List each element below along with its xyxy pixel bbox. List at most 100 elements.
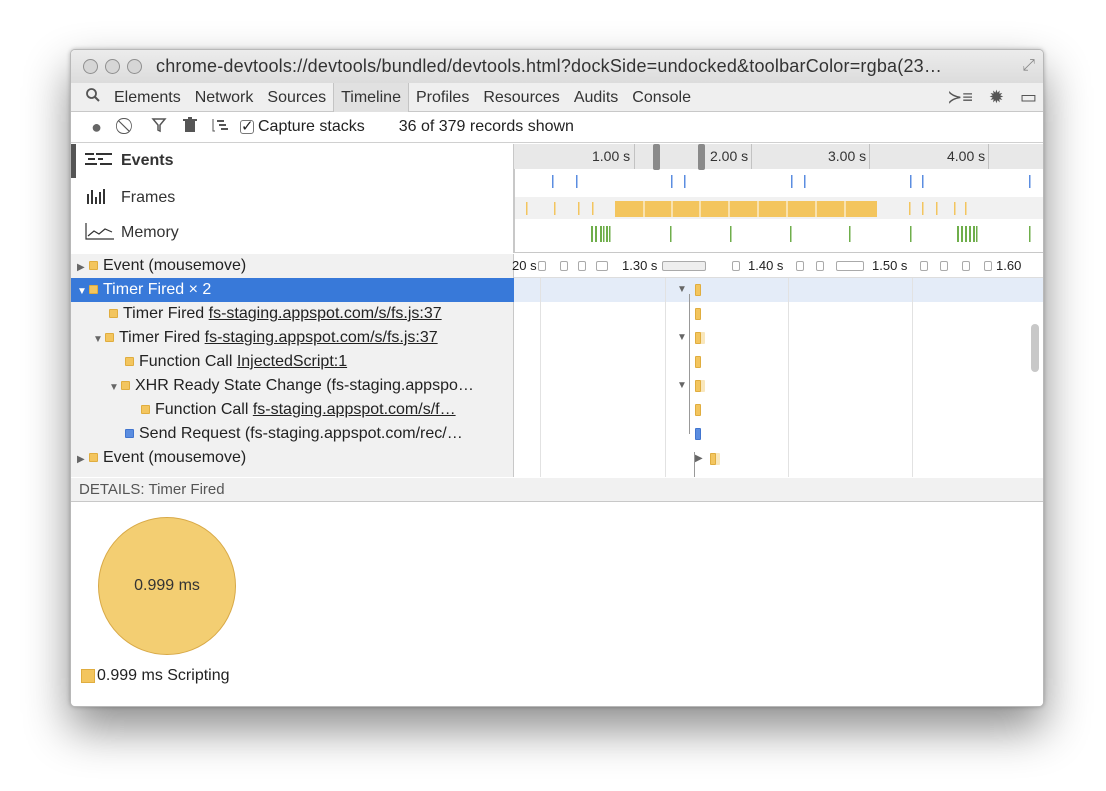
capture-stacks-checkbox[interactable] bbox=[240, 117, 254, 135]
filter-icon[interactable] bbox=[143, 117, 174, 138]
collapse-arrow-icon[interactable]: ▼ bbox=[93, 328, 105, 350]
tab-elements[interactable]: Elements bbox=[107, 83, 188, 112]
panel-tab-bar: Elements Network Sources Timeline Profil… bbox=[71, 82, 1043, 112]
console-drawer-icon[interactable]: ≻≡ bbox=[947, 87, 973, 108]
source-link[interactable]: InjectedScript:1 bbox=[237, 353, 347, 370]
scripting-category-icon bbox=[141, 405, 150, 414]
record-row[interactable]: Send Request (fs-staging.appspot.com/rec… bbox=[71, 422, 514, 446]
overview-window-right-handle[interactable] bbox=[698, 144, 705, 170]
record-name: Send Request bbox=[139, 425, 241, 442]
ruler-tick-label: 1.60 bbox=[996, 258, 1022, 273]
expand-arrow-icon[interactable]: ▶ bbox=[77, 256, 89, 278]
tab-profiles[interactable]: Profiles bbox=[409, 83, 476, 112]
xhr-ready-state-bar[interactable] bbox=[695, 380, 701, 392]
selected-row-highlight bbox=[514, 278, 1043, 302]
timer-fired-bar[interactable] bbox=[695, 332, 701, 344]
events-icon bbox=[85, 152, 115, 171]
overview-chart[interactable]: 1.00 s 2.00 s 3.00 s 4.00 s bbox=[514, 144, 1043, 253]
close-window-button[interactable] bbox=[83, 59, 98, 74]
collapse-arrow-icon[interactable]: ▼ bbox=[77, 280, 89, 302]
overview-events-strip bbox=[514, 169, 1043, 253]
zoom-window-button[interactable] bbox=[127, 59, 142, 74]
records-scrollbar[interactable] bbox=[1031, 324, 1039, 372]
tab-console[interactable]: Console bbox=[625, 83, 698, 112]
source-link[interactable]: fs-staging.appspot.com/s/fs.js:37 bbox=[205, 329, 438, 346]
record-button-icon[interactable]: ● bbox=[81, 117, 112, 138]
tab-timeline[interactable]: Timeline bbox=[333, 82, 409, 112]
capture-stacks-toggle[interactable]: Capture stacks bbox=[240, 117, 365, 136]
collapse-arrow-icon[interactable]: ▼ bbox=[677, 284, 687, 295]
ruler-tick-label: 1.40 s bbox=[748, 258, 784, 273]
source-link[interactable]: fs-staging.appspot.com/s/fs.js:37 bbox=[209, 305, 442, 322]
overview-mode-events[interactable]: Events bbox=[71, 144, 513, 178]
overview-tick-label: 1.00 s bbox=[592, 148, 631, 164]
overview-window-left-handle[interactable] bbox=[653, 144, 660, 170]
expand-arrow-icon[interactable]: ▶ bbox=[77, 448, 89, 470]
details-pane: 0.999 ms 0.999 ms Scripting bbox=[71, 503, 1043, 706]
collapse-arrow-icon[interactable]: ▼ bbox=[677, 332, 687, 343]
record-detail: (fs-staging.appspo… bbox=[321, 377, 474, 394]
tab-network[interactable]: Network bbox=[188, 83, 261, 112]
pie-legend: 0.999 ms Scripting bbox=[81, 667, 230, 685]
record-name: Timer Fired bbox=[103, 281, 185, 298]
record-row-selected[interactable]: ▼ Timer Fired × 2 bbox=[71, 278, 514, 302]
record-name: Function Call bbox=[155, 401, 249, 418]
scripting-category-icon bbox=[89, 285, 98, 294]
record-row[interactable]: Function Call InjectedScript:1 bbox=[71, 350, 514, 374]
send-request-bar[interactable] bbox=[695, 428, 701, 440]
expand-arrow-icon[interactable]: ▶ bbox=[695, 453, 703, 464]
record-row[interactable]: ▼ XHR Ready State Change (fs-staging.apps… bbox=[71, 374, 514, 398]
overview-mode-label: Memory bbox=[121, 224, 179, 241]
scripting-category-icon bbox=[121, 381, 130, 390]
ruler-tick-label: 1.50 s bbox=[872, 258, 908, 273]
records-tree: ▶ Event (mousemove) ▼ Timer Fired × 2 Time… bbox=[71, 254, 514, 477]
overview-mode-label: Events bbox=[121, 152, 174, 169]
minimize-window-button[interactable] bbox=[105, 59, 120, 74]
overview-mode-memory[interactable]: Memory bbox=[71, 216, 513, 250]
clear-icon[interactable]: ⃠ bbox=[112, 118, 143, 136]
record-row[interactable]: Function Call fs-staging.appspot.com/s/f… bbox=[71, 398, 514, 422]
function-call-bar[interactable] bbox=[695, 356, 701, 368]
fullscreen-icon[interactable]: ⤢ bbox=[1022, 57, 1035, 75]
record-row[interactable]: Timer Fired fs-staging.appspot.com/s/fs.… bbox=[71, 302, 514, 326]
record-name: Function Call bbox=[139, 353, 233, 370]
search-icon[interactable] bbox=[79, 87, 107, 107]
timer-fired-bar[interactable] bbox=[695, 308, 701, 320]
records-timeline-chart[interactable]: 20 s 1.30 s 1.40 s 1.50 s 1.60 ▼ ▼ ▼ ▶ bbox=[512, 254, 1043, 477]
details-header: DETAILS: Timer Fired bbox=[71, 478, 1043, 502]
capture-stacks-label: Capture stacks bbox=[258, 118, 365, 135]
record-detail: (mousemove) bbox=[143, 449, 247, 466]
overview-mode-list: Events Frames Memory bbox=[71, 144, 514, 253]
event-bar[interactable] bbox=[710, 453, 716, 465]
scripting-category-icon bbox=[125, 357, 134, 366]
record-row[interactable]: ▶ Event (mousemove) bbox=[71, 254, 514, 278]
scripting-category-icon bbox=[89, 453, 98, 462]
timeline-overview: Events Frames Memory 1.00 s 2.00 s 3.00 … bbox=[71, 144, 1043, 253]
function-call-bar[interactable] bbox=[695, 404, 701, 416]
record-detail: (mousemove) bbox=[143, 257, 247, 274]
garbage-collect-icon[interactable] bbox=[174, 116, 205, 138]
record-name: XHR Ready State Change bbox=[135, 377, 322, 394]
window-title: chrome-devtools://devtools/bundled/devto… bbox=[156, 56, 943, 76]
gear-icon[interactable]: ✹ bbox=[989, 87, 1004, 108]
overview-mode-frames[interactable]: Frames bbox=[71, 181, 513, 215]
dock-icon[interactable]: ▭ bbox=[1020, 87, 1037, 108]
tab-audits[interactable]: Audits bbox=[567, 83, 625, 112]
timeline-toolbar: ● ⃠ Capture stacks 36 of 379 records sho… bbox=[71, 112, 1043, 143]
title-bar: chrome-devtools://devtools/bundled/devto… bbox=[71, 50, 1043, 83]
tab-resources[interactable]: Resources bbox=[476, 83, 566, 112]
ruler-tick-label: 1.30 s bbox=[622, 258, 658, 273]
tab-sources[interactable]: Sources bbox=[260, 83, 333, 112]
record-row[interactable]: ▶ Event (mousemove) bbox=[71, 446, 514, 470]
timer-fired-bar[interactable] bbox=[695, 284, 701, 296]
collapse-arrow-icon[interactable]: ▼ bbox=[677, 380, 687, 391]
flame-chart-toggle-icon[interactable] bbox=[205, 118, 236, 137]
record-name: Timer Fired bbox=[119, 329, 201, 346]
overview-tick-label: 2.00 s bbox=[710, 148, 749, 164]
devtools-window: chrome-devtools://devtools/bundled/devto… bbox=[70, 49, 1044, 707]
record-row[interactable]: ▼ Timer Fired fs-staging.appspot.com/s/fs… bbox=[71, 326, 514, 350]
source-link[interactable]: fs-staging.appspot.com/s/f… bbox=[253, 401, 456, 418]
frames-icon bbox=[85, 188, 115, 209]
record-name: Event bbox=[103, 449, 144, 466]
collapse-arrow-icon[interactable]: ▼ bbox=[109, 376, 121, 398]
